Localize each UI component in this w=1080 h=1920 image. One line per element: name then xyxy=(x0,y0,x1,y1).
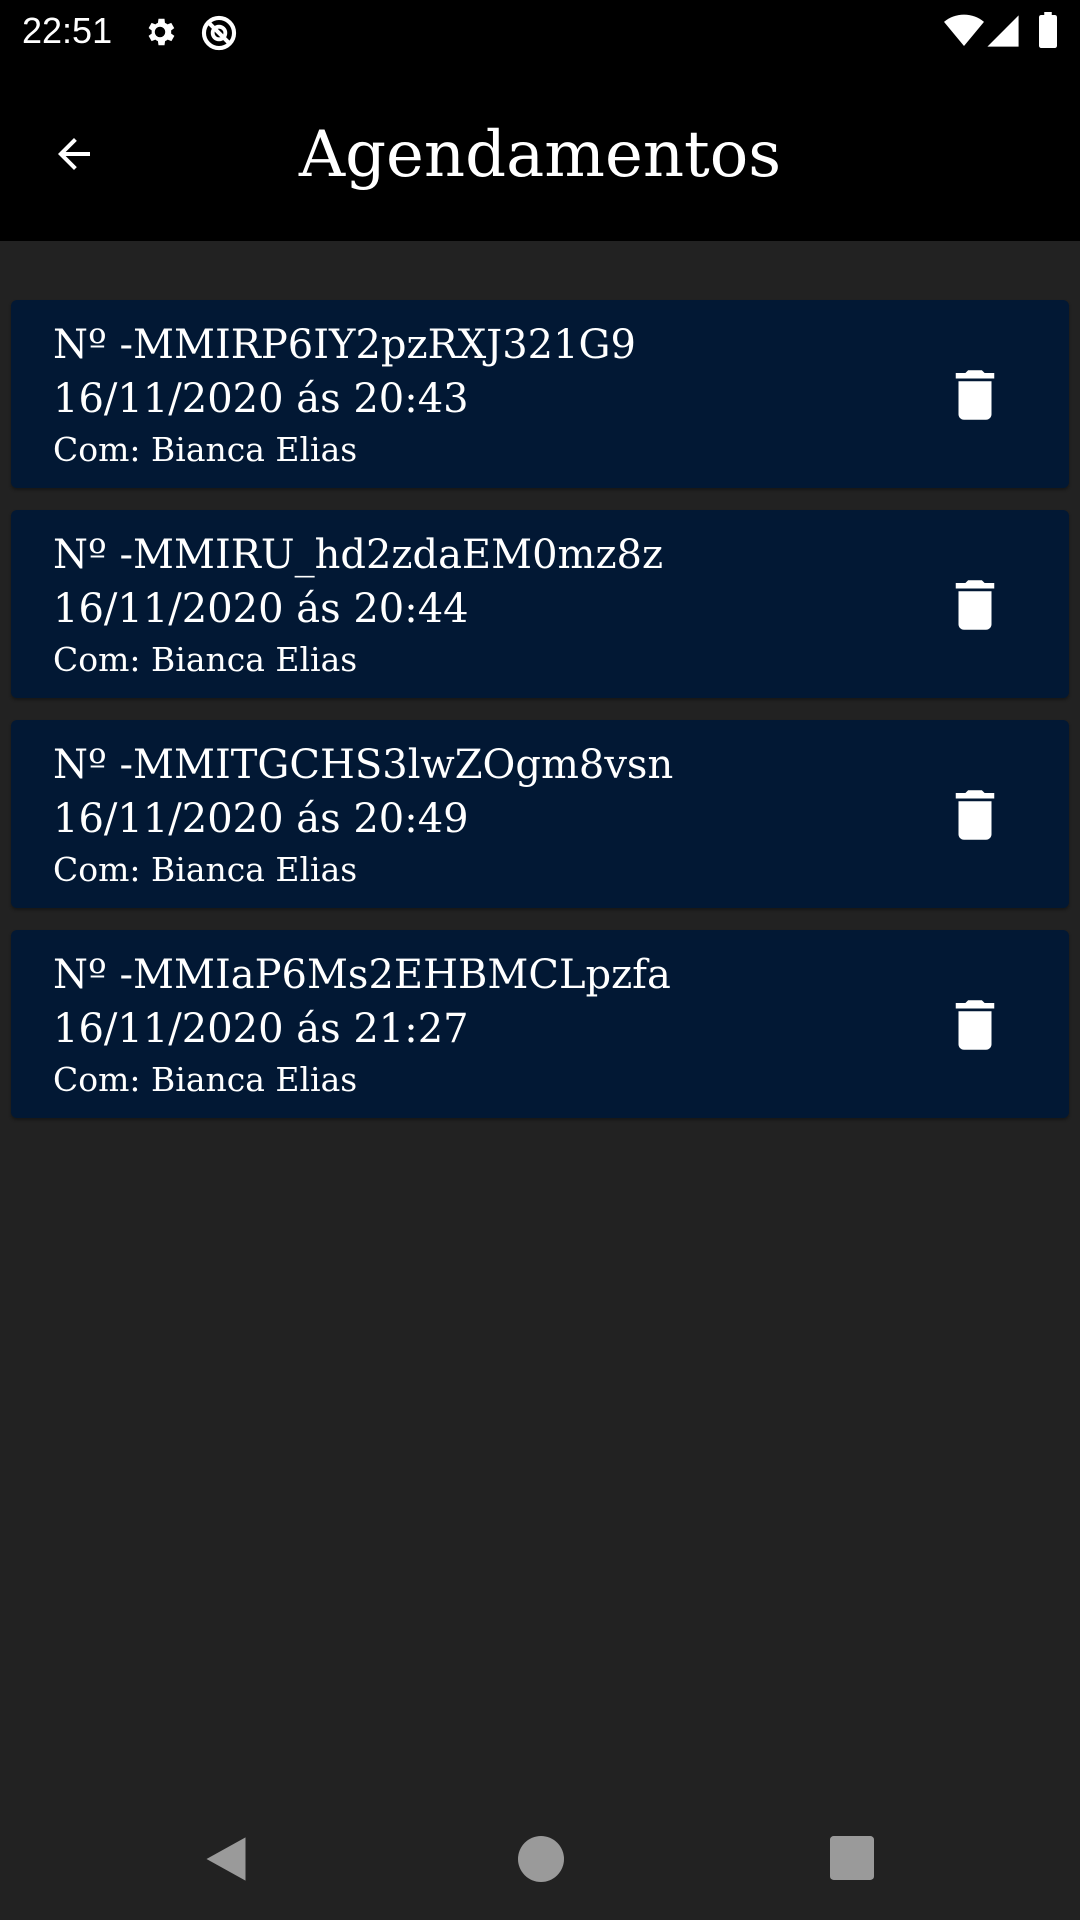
appointment-datetime: 16/11/2020 ás 20:43 xyxy=(53,376,469,422)
home-circle-icon[interactable] xyxy=(518,1836,564,1882)
trash-icon xyxy=(955,790,995,840)
delete-button[interactable] xyxy=(931,570,1019,640)
appointment-with: Com: Bianca Elias xyxy=(53,430,358,469)
recents-square-icon[interactable] xyxy=(830,1836,874,1880)
appointment-card[interactable]: Nº -MMIaP6Ms2EHBMCLpzfa 16/11/2020 ás 21… xyxy=(11,930,1069,1118)
appointment-card[interactable]: Nº -MMIRU_hd2zdaEM0mz8z 16/11/2020 ás 20… xyxy=(11,510,1069,698)
trash-icon xyxy=(955,580,995,630)
app-bar: Agendamentos xyxy=(0,63,1080,241)
appointment-list: Nº -MMIRP6IY2pzRXJ321G9 16/11/2020 ás 20… xyxy=(11,300,1069,1140)
page-title: Agendamentos xyxy=(298,118,782,192)
trash-icon xyxy=(955,370,995,420)
delete-button[interactable] xyxy=(931,990,1019,1060)
appointment-card[interactable]: Nº -MMITGCHS3lwZOgm8vsn 16/11/2020 ás 20… xyxy=(11,720,1069,908)
appointment-number: Nº -MMIaP6Ms2EHBMCLpzfa xyxy=(53,952,671,998)
sync-off-icon xyxy=(201,15,237,51)
appointment-with: Com: Bianca Elias xyxy=(53,640,358,679)
appointment-datetime: 16/11/2020 ás 21:27 xyxy=(53,1006,469,1052)
signal-icon xyxy=(987,15,1019,47)
appointment-datetime: 16/11/2020 ás 20:44 xyxy=(53,586,469,632)
gear-icon xyxy=(148,18,175,46)
status-bar: 22:51 xyxy=(0,0,1080,63)
wifi-icon xyxy=(944,14,984,46)
appointment-number: Nº -MMIRU_hd2zdaEM0mz8z xyxy=(53,532,664,578)
delete-button[interactable] xyxy=(931,780,1019,850)
delete-button[interactable] xyxy=(931,360,1019,430)
back-triangle-icon[interactable] xyxy=(200,1833,252,1885)
system-nav-bar xyxy=(0,1800,1080,1920)
appointment-number: Nº -MMITGCHS3lwZOgm8vsn xyxy=(53,742,674,788)
status-time: 22:51 xyxy=(22,10,113,51)
appointment-card[interactable]: Nº -MMIRP6IY2pzRXJ321G9 16/11/2020 ás 20… xyxy=(11,300,1069,488)
appointment-with: Com: Bianca Elias xyxy=(53,1060,358,1099)
trash-icon xyxy=(955,1000,995,1050)
appointment-datetime: 16/11/2020 ás 20:49 xyxy=(53,796,469,842)
battery-icon xyxy=(1039,12,1057,48)
appointment-with: Com: Bianca Elias xyxy=(53,850,358,889)
appointment-number: Nº -MMIRP6IY2pzRXJ321G9 xyxy=(53,322,636,368)
